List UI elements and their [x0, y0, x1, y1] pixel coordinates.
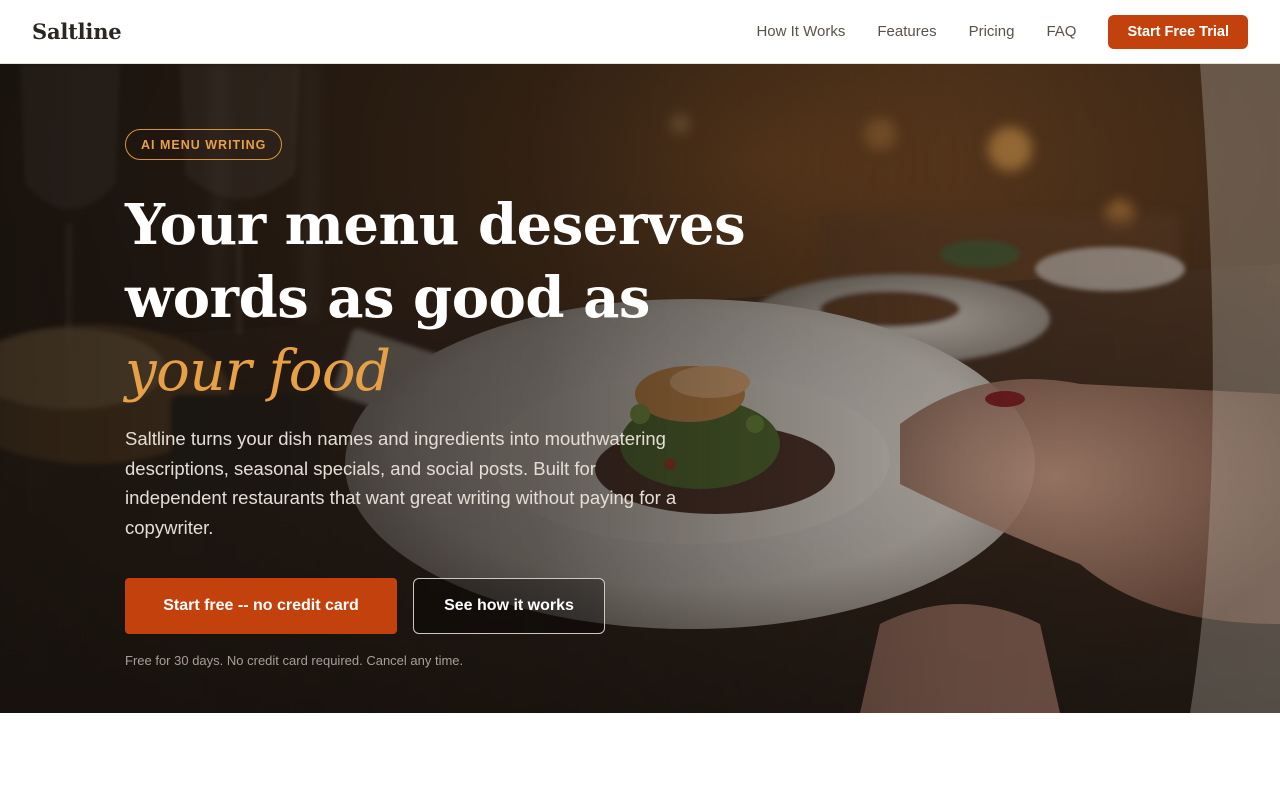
nav-link-features[interactable]: Features — [877, 23, 936, 40]
nav-link-faq[interactable]: FAQ — [1046, 23, 1076, 40]
hero-headline: Your menu deserves words as good as your… — [125, 189, 746, 408]
nav-links: How It Works Features Pricing FAQ Start … — [756, 14, 1248, 49]
nav-link-pricing[interactable]: Pricing — [969, 23, 1015, 40]
headline-accent: your food — [125, 339, 391, 404]
hero-section: AI MENU WRITING Your menu deserves words… — [0, 64, 1280, 713]
hero-content: AI MENU WRITING Your menu deserves words… — [125, 64, 746, 713]
brand-logo[interactable]: Saltline — [32, 19, 122, 44]
see-how-it-works-button[interactable]: See how it works — [413, 578, 605, 634]
headline-line-2: words as good as — [125, 265, 650, 331]
category-badge: AI MENU WRITING — [125, 129, 283, 160]
trial-fine-print: Free for 30 days. No credit card require… — [125, 653, 464, 668]
top-nav: Saltline How It Works Features Pricing F… — [0, 0, 1280, 64]
headline-line-1: Your menu deserves — [125, 192, 746, 258]
nav-link-how-it-works[interactable]: How It Works — [756, 23, 845, 40]
hero-description: Saltline turns your dish names and ingre… — [125, 428, 677, 538]
below-hero-section — [0, 713, 1280, 800]
start-free-button[interactable]: Start free -- no credit card — [125, 578, 397, 634]
start-free-trial-button[interactable]: Start Free Trial — [1108, 14, 1248, 49]
